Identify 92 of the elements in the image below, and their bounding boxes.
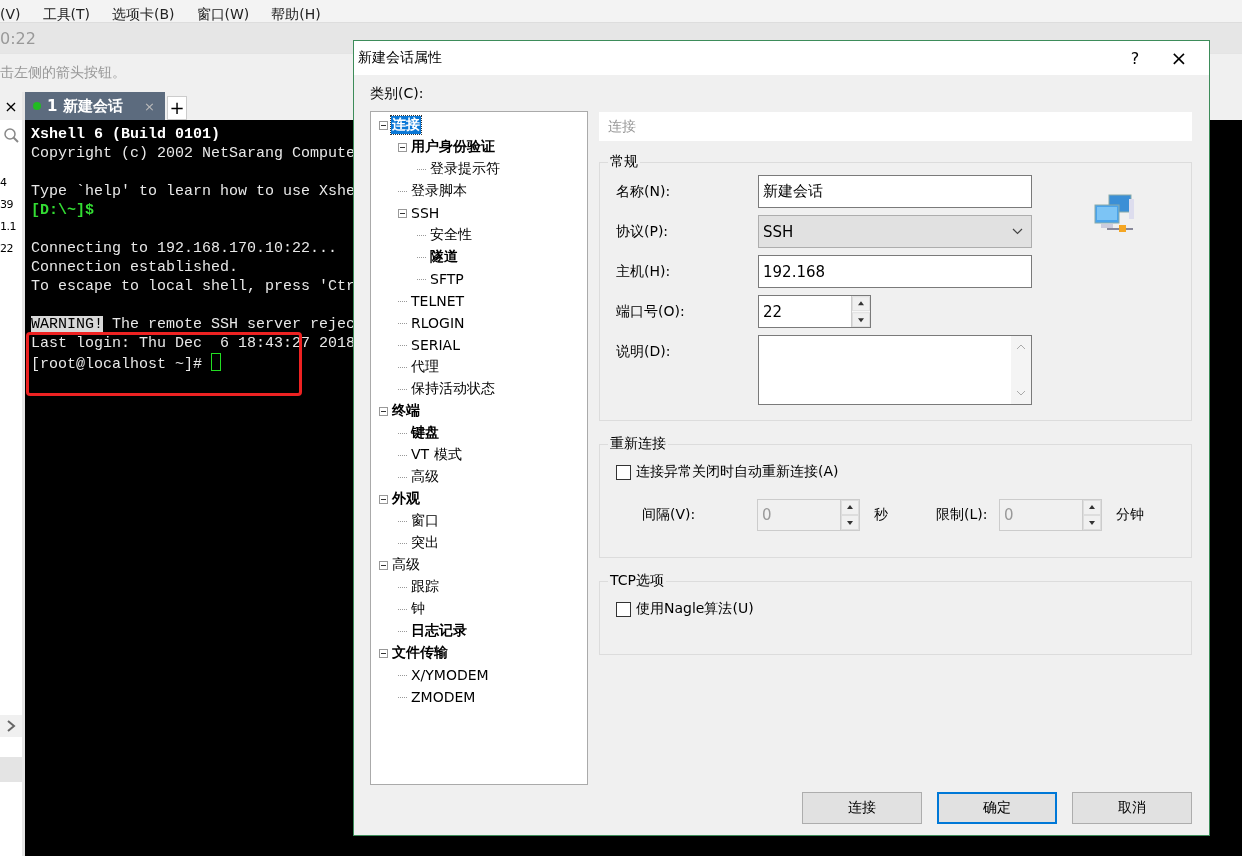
cursor — [211, 353, 222, 371]
terminal-line: Type `help' to learn how to use Xshe — [31, 183, 356, 200]
tree-item[interactable]: 用户身份验证 — [410, 138, 496, 156]
terminal-line: Connection established. — [31, 259, 239, 276]
dialog-button[interactable]: 取消 — [1072, 792, 1192, 824]
tree-item[interactable]: 隧道 — [429, 248, 459, 266]
spin-down-icon[interactable] — [852, 311, 870, 327]
checkbox-label[interactable]: 连接异常关闭时自动重新连接(A) — [636, 463, 839, 481]
field-label: 限制(L): — [936, 506, 989, 524]
tree-item[interactable]: VT 模式 — [410, 446, 463, 464]
tree-item[interactable]: 高级 — [391, 556, 421, 574]
session-entry[interactable]: 4 — [0, 173, 7, 193]
checkbox-label[interactable]: 使用Nagle算法(U) — [636, 600, 754, 618]
menu-item[interactable]: 选项卡(B) — [112, 6, 175, 22]
tree-item[interactable]: ZMODEM — [410, 689, 477, 705]
field-label: 名称(N): — [616, 182, 672, 201]
category-label: 类别(C): — [370, 85, 425, 103]
field-label: 主机(H): — [616, 262, 672, 281]
unit-label: 秒 — [874, 506, 888, 524]
chevron-right-icon[interactable] — [6, 720, 16, 732]
collapse-icon[interactable] — [379, 406, 388, 416]
checkbox[interactable] — [616, 464, 631, 480]
close-button[interactable]: × — [0, 92, 22, 120]
tree-item[interactable]: TELNET — [410, 293, 466, 309]
dialog-button[interactable]: 确定 — [937, 792, 1057, 824]
terminal-line: The remote SSH server rejec — [111, 316, 356, 333]
session-entry[interactable]: 39 — [0, 195, 13, 215]
terminal-prompt: [root@localhost ~]# — [31, 356, 204, 373]
spin-up-icon[interactable] — [852, 296, 870, 312]
text-field[interactable]: 新建会话 — [758, 175, 1032, 208]
window-title: 新建会话属性 — [358, 49, 443, 67]
new-tab-button[interactable]: + — [167, 96, 187, 120]
address-text: 0:22 — [0, 28, 36, 48]
tree-item[interactable]: 键盘 — [410, 424, 440, 442]
menu-item[interactable]: 工具(T) — [42, 6, 90, 22]
collapse-icon[interactable] — [379, 560, 388, 570]
terminal-line: Connecting to 192.168.170.10:22... — [31, 240, 338, 257]
checkbox[interactable] — [616, 601, 631, 617]
tree-item[interactable]: 代理 — [410, 358, 440, 376]
field-label: 端口号(O): — [616, 302, 686, 321]
close-button[interactable]: × — [1157, 42, 1201, 74]
unit-label: 分钟 — [1116, 506, 1144, 524]
network-computers-icon — [1093, 193, 1135, 233]
tree-item[interactable]: 安全性 — [429, 226, 473, 244]
tree-item[interactable]: 登录提示符 — [429, 160, 501, 178]
terminal-line: Copyright (c) 2002 NetSarang Compute — [31, 145, 356, 162]
menu-item[interactable]: 窗口(W) — [196, 6, 250, 22]
dialog-button[interactable]: 连接 — [802, 792, 922, 824]
terminal-line: Xshell 6 (Build 0101) — [31, 126, 221, 143]
text-field[interactable]: 192.168 — [758, 255, 1032, 288]
field-label: 说明(D): — [616, 342, 672, 361]
group-title: 重新连接 — [609, 435, 667, 453]
field-label: 间隔(V): — [642, 506, 697, 524]
menu-item[interactable]: 帮助(H) — [271, 6, 321, 22]
menu-item[interactable]: (V) — [0, 6, 21, 22]
session-entry[interactable]: 22 — [0, 239, 13, 259]
tree-item[interactable]: 外观 — [391, 490, 421, 508]
help-button[interactable]: ? — [1113, 42, 1157, 74]
port-spinner[interactable]: 22 — [758, 295, 871, 328]
tree-item[interactable]: 窗口 — [410, 512, 440, 530]
session-tab[interactable]: 1 新建会话 × — [25, 92, 165, 120]
tree-item[interactable]: SSH — [410, 205, 441, 221]
protocol-dropdown[interactable]: SSH — [758, 215, 1032, 248]
tree-item[interactable]: 跟踪 — [410, 578, 440, 596]
caret-icon[interactable] — [1012, 228, 1023, 235]
tree-item[interactable]: RLOGIN — [410, 315, 466, 331]
terminal-prompt: [D:\~]$ — [31, 202, 94, 219]
tree-item[interactable]: 登录脚本 — [410, 182, 468, 200]
page-title: 连接 — [608, 117, 636, 136]
session-entry[interactable]: 1.1 — [0, 217, 16, 237]
tree-item[interactable]: X/YMODEM — [410, 667, 490, 683]
field-label: 协议(P): — [616, 222, 670, 241]
collapse-icon[interactable] — [379, 494, 388, 504]
group-title: TCP选项 — [609, 572, 665, 590]
collapse-icon[interactable] — [398, 142, 407, 152]
tree-item[interactable]: 突出 — [410, 534, 440, 552]
tree-item[interactable]: 连接 — [391, 116, 421, 134]
collapse-icon[interactable] — [379, 120, 388, 130]
collapse-icon[interactable] — [398, 208, 407, 218]
tree-item[interactable]: SFTP — [429, 271, 465, 287]
tree-item[interactable]: 保持活动状态 — [410, 380, 496, 398]
tree-item[interactable]: 高级 — [410, 468, 440, 486]
tree-item[interactable]: 文件传输 — [391, 644, 449, 662]
search-icon[interactable] — [3, 127, 19, 143]
terminal-line: To escape to local shell, press 'Ctr — [31, 278, 356, 295]
tree-item[interactable]: SERIAL — [410, 337, 461, 353]
tree-item[interactable]: 钟 — [410, 600, 426, 618]
tree-item[interactable]: 日志记录 — [410, 622, 468, 640]
collapse-icon[interactable] — [379, 648, 388, 658]
tree-item[interactable]: 终端 — [391, 402, 421, 420]
hint-text: 击左侧的箭头按钮。 — [0, 64, 126, 82]
group-title: 常规 — [609, 153, 639, 171]
